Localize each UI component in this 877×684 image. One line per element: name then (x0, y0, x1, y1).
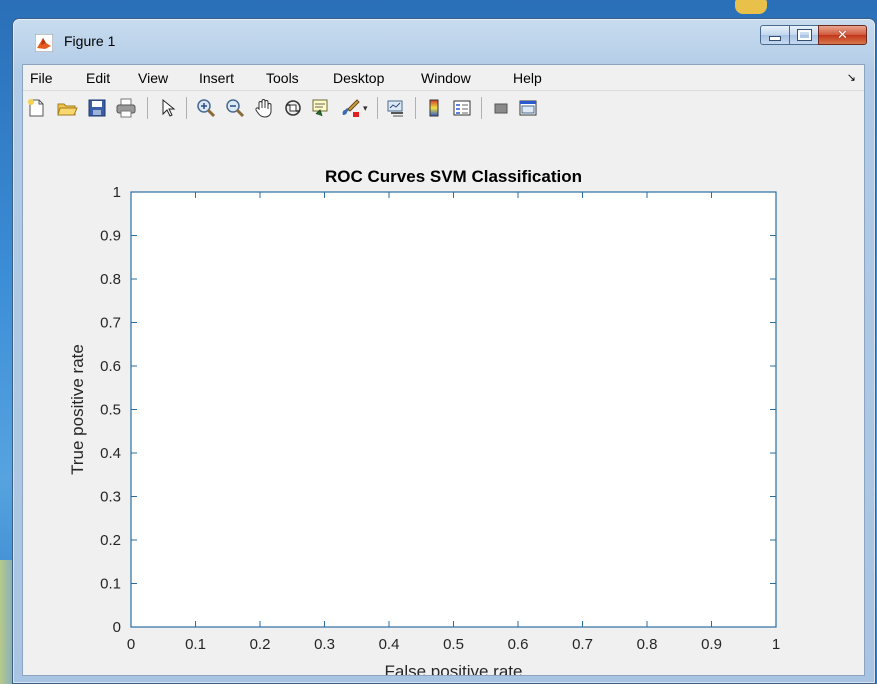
open-file-icon[interactable] (56, 97, 78, 119)
y-tick-label: 0.1 (100, 576, 121, 593)
brush-icon[interactable] (339, 97, 361, 119)
menu-bar: File Edit View Insert Tools Desktop Wind… (23, 65, 864, 89)
y-tick-label: 0.6 (100, 358, 121, 375)
x-tick-label: 0.3 (314, 636, 335, 653)
x-tick-label: 0.7 (572, 636, 593, 653)
x-tick-label: 1 (772, 636, 780, 653)
figure-client-area: File Edit View Insert Tools Desktop Wind… (22, 64, 865, 676)
figure-window: Figure 1 ✕ File Edit View Insert Tools D… (12, 18, 876, 684)
legend-icon[interactable] (451, 97, 473, 119)
x-tick-label: 0.2 (250, 636, 271, 653)
menu-insert[interactable]: Insert (199, 70, 234, 86)
x-tick-label: 0 (127, 636, 135, 653)
roc-chart[interactable]: 0 0.1 0.2 0.3 0.4 0.5 0.6 0.7 0.8 0.9 1 0 0.1 0.2 0.3 0… (23, 125, 864, 675)
zoom-out-icon[interactable] (224, 97, 246, 119)
toolbar-separator (147, 97, 148, 119)
y-tick-label: 0 (113, 619, 121, 636)
y-tick-label: 0.7 (100, 315, 121, 332)
toolbar-separator (377, 97, 378, 119)
pan-hand-icon[interactable] (253, 97, 275, 119)
y-tick-label: 0.9 (100, 228, 121, 245)
window-controls: ✕ (760, 25, 867, 45)
link-plot-icon[interactable] (385, 97, 407, 119)
close-button[interactable]: ✕ (818, 25, 867, 45)
data-cursor-icon[interactable] (310, 97, 332, 119)
maximize-icon (790, 26, 818, 44)
colorbar-icon[interactable] (423, 97, 445, 119)
chart-title: ROC Curves SVM Classification (325, 167, 582, 186)
x-tick-label: 0.1 (185, 636, 206, 653)
plot-area (130, 191, 777, 628)
print-icon[interactable] (115, 97, 137, 119)
figure-canvas: 0 0.1 0.2 0.3 0.4 0.5 0.6 0.7 0.8 0.9 1 0 0.1 0.2 0.3 0… (23, 125, 864, 675)
matlab-logo-icon (35, 34, 53, 52)
menu-window[interactable]: Window (421, 70, 471, 86)
y-tick-label: 0.5 (100, 402, 121, 419)
x-tick-label: 0.8 (637, 636, 658, 653)
minimize-icon (761, 26, 789, 44)
menu-help[interactable]: Help (513, 70, 542, 86)
y-tick-label: 0.2 (100, 532, 121, 549)
figure-toolbar: ▾ (23, 90, 864, 126)
menu-tools[interactable]: Tools (266, 70, 299, 86)
menu-desktop[interactable]: Desktop (333, 70, 384, 86)
new-figure-icon[interactable] (25, 97, 47, 119)
show-plot-tools-icon[interactable] (517, 97, 539, 119)
hide-plot-tools-icon[interactable] (490, 97, 512, 119)
brush-dropdown-icon[interactable]: ▾ (363, 103, 368, 114)
dock-arrow-icon[interactable]: ↘ (847, 71, 856, 84)
rotate-3d-icon[interactable] (282, 97, 304, 119)
window-title: Figure 1 (64, 33, 116, 49)
x-tick-label: 0.6 (508, 636, 529, 653)
toolbar-separator (186, 97, 187, 119)
x-tick-label: 0.4 (379, 636, 400, 653)
close-icon: ✕ (837, 27, 848, 43)
maximize-button[interactable] (789, 25, 819, 45)
x-axis-label: False positive rate (385, 662, 523, 675)
y-tick-label: 0.8 (100, 271, 121, 288)
menu-edit[interactable]: Edit (86, 70, 110, 86)
x-tick-label: 0.9 (701, 636, 722, 653)
menu-file[interactable]: File (30, 70, 53, 86)
toolbar-separator (415, 97, 416, 119)
pointer-icon[interactable] (156, 97, 178, 119)
minimize-button[interactable] (760, 25, 790, 45)
y-tick-label: 0.4 (100, 445, 121, 462)
title-bar[interactable]: Figure 1 ✕ (13, 19, 875, 59)
x-tick-label: 0.5 (443, 636, 464, 653)
zoom-in-icon[interactable] (195, 97, 217, 119)
y-tick-label: 0.3 (100, 489, 121, 506)
save-icon[interactable] (86, 97, 108, 119)
desktop-folder-icon[interactable] (735, 0, 767, 14)
toolbar-separator (481, 97, 482, 119)
y-tick-label: 1 (113, 184, 121, 201)
menu-view[interactable]: View (138, 70, 168, 86)
y-axis-label: True positive rate (68, 344, 87, 475)
